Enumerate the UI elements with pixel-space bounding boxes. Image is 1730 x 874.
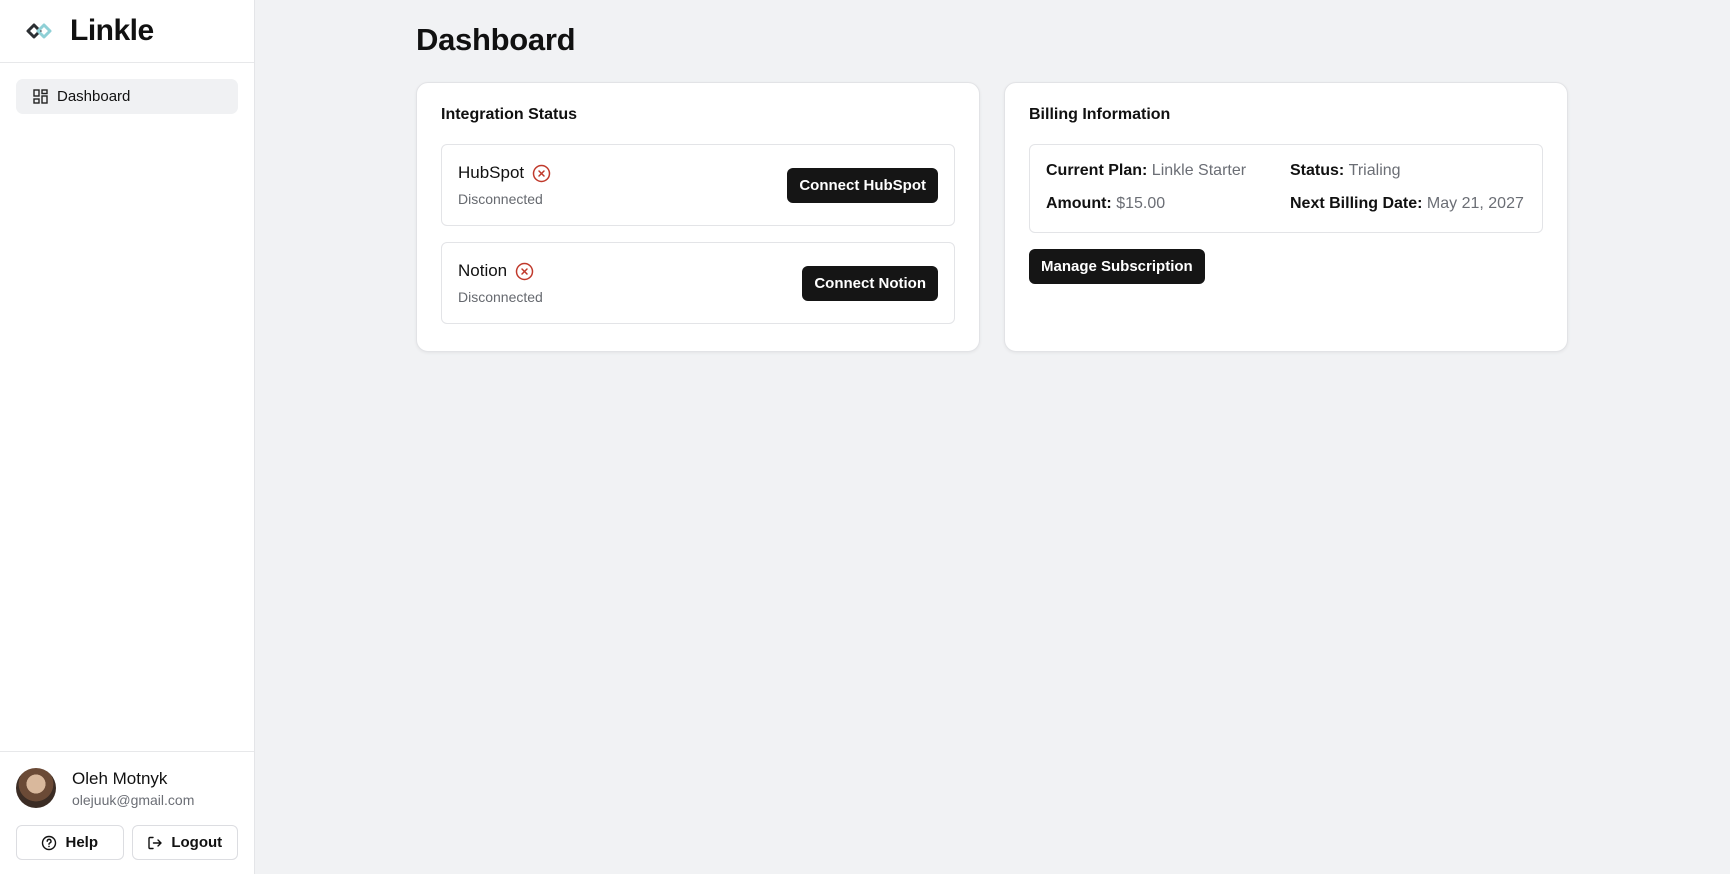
brand-name[interactable]: Linkle — [70, 14, 154, 48]
page-title: Dashboard — [416, 22, 576, 57]
dashboard-grid-icon — [33, 89, 48, 104]
sidebar-nav: Dashboard — [0, 63, 254, 751]
next-billing-date-field: Next Billing Date: May 21, 2027 — [1290, 195, 1526, 215]
linkle-logo-icon[interactable] — [24, 19, 56, 43]
manage-subscription-button[interactable]: Manage Subscription — [1029, 249, 1205, 284]
connect-hubspot-button[interactable]: Connect HubSpot — [787, 167, 938, 203]
sidebar: Linkle Dashboard Oleh Motnyk olejuuk@gma… — [0, 0, 255, 874]
next-billing-date-value: May 21, 2027 — [1426, 195, 1524, 212]
integration-status: Disconnected — [458, 289, 543, 305]
brand-header: Linkle — [0, 0, 254, 63]
status-value: Trialing — [1348, 162, 1401, 179]
logout-icon — [147, 835, 163, 851]
x-circle-icon — [532, 164, 551, 183]
amount-value: $15.00 — [1116, 195, 1166, 212]
main-content: Dashboard Integration Status HubSpot Dis… — [255, 0, 1730, 874]
user-profile: Oleh Motnyk olejuuk@gmail.com — [16, 768, 238, 808]
app-shell: Linkle Dashboard Oleh Motnyk olejuuk@gma… — [0, 0, 1730, 874]
card-title: Integration Status — [441, 106, 578, 123]
next-billing-date-label: Next Billing Date: — [1290, 195, 1427, 212]
user-panel: Oleh Motnyk olejuuk@gmail.com Help Logou… — [0, 751, 254, 874]
avatar — [16, 768, 56, 808]
integration-row-notion: Notion Disconnected Connect Notion — [441, 242, 955, 324]
integration-status-card: Integration Status HubSpot Disconnected — [416, 82, 980, 352]
x-circle-icon — [515, 262, 534, 281]
billing-details: Current Plan: Linkle Starter Status: Tri… — [1029, 144, 1543, 233]
connect-notion-button[interactable]: Connect Notion — [802, 265, 938, 301]
integration-name: Notion — [458, 261, 508, 280]
billing-information-card: Billing Information Current Plan: Linkle… — [1004, 82, 1568, 352]
help-circle-icon — [41, 835, 57, 851]
card-title: Billing Information — [1029, 106, 1171, 123]
user-actions: Help Logout — [16, 825, 238, 860]
integration-name: HubSpot — [458, 163, 525, 182]
help-label: Help — [65, 834, 98, 851]
help-button[interactable]: Help — [16, 825, 124, 860]
user-email: olejuuk@gmail.com — [72, 791, 195, 808]
current-plan-field: Current Plan: Linkle Starter — [1046, 162, 1290, 182]
current-plan-label: Current Plan: — [1046, 162, 1152, 179]
sidebar-item-label: Dashboard — [57, 88, 131, 105]
subscription-status-field: Status: Trialing — [1290, 162, 1526, 182]
logout-button[interactable]: Logout — [131, 825, 238, 860]
integration-status: Disconnected — [458, 191, 543, 207]
sidebar-item-dashboard[interactable]: Dashboard — [16, 79, 238, 114]
amount-field: Amount: $15.00 — [1046, 195, 1290, 215]
amount-label: Amount: — [1046, 195, 1117, 212]
integration-row-hubspot: HubSpot Disconnected Connect HubSpot — [441, 144, 955, 226]
status-label: Status: — [1290, 162, 1349, 179]
logout-label: Logout — [171, 834, 223, 851]
current-plan-value: Linkle Starter — [1151, 162, 1247, 179]
user-name: Oleh Motnyk — [72, 768, 168, 788]
